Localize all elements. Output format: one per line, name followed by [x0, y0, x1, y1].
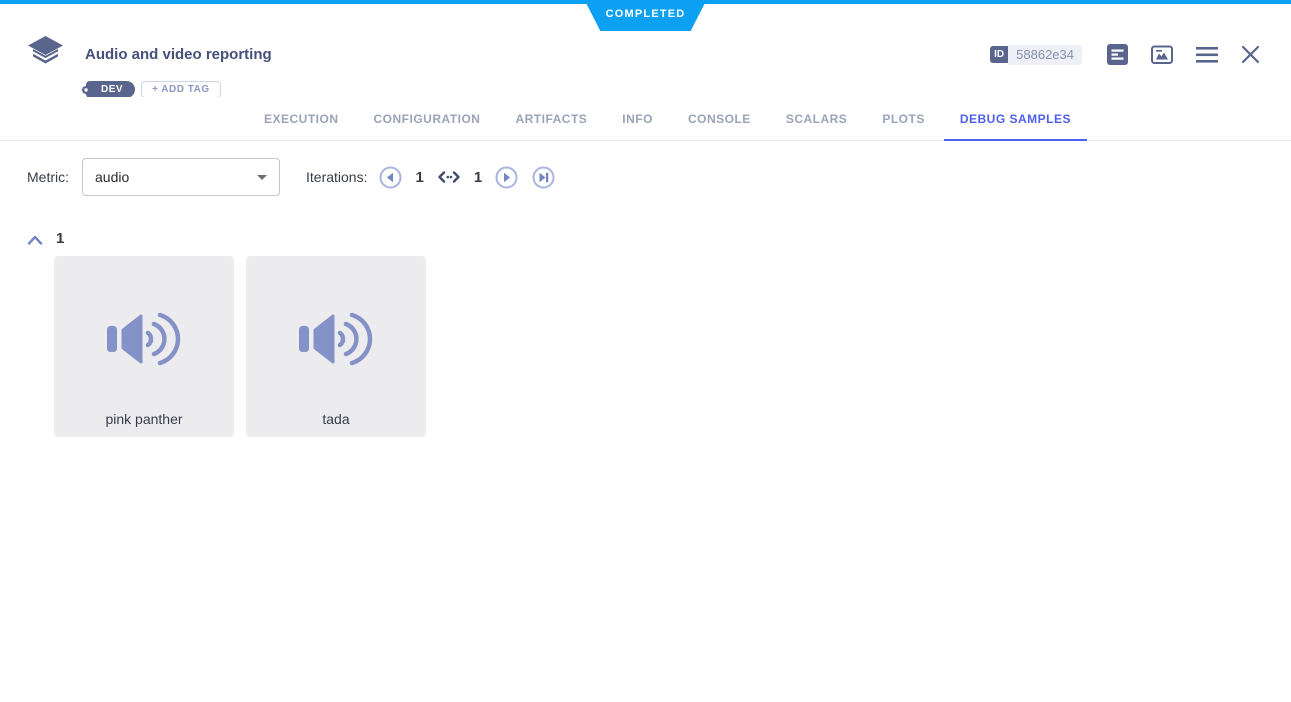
iteration-start-value: 1: [413, 169, 425, 186]
close-button[interactable]: [1241, 45, 1260, 64]
sample-title: tada: [322, 411, 349, 427]
circle-arrow-left-icon: [379, 166, 402, 189]
chevron-up-icon: [27, 235, 43, 245]
tab-console[interactable]: CONSOLE: [672, 97, 767, 141]
tag-dev[interactable]: DEV: [86, 81, 135, 98]
hamburger-icon: [1196, 46, 1218, 64]
group-label: 1: [56, 230, 64, 247]
experiment-id: ID 58862e34: [990, 45, 1082, 65]
speaker-icon: [106, 256, 182, 411]
tab-configuration[interactable]: CONFIGURATION: [358, 97, 497, 141]
speaker-icon: [298, 256, 374, 411]
group-collapse-button[interactable]: [27, 233, 43, 245]
page-title: Audio and video reporting: [85, 46, 272, 63]
experiment-icon: [27, 35, 64, 74]
list-lines-icon: [1107, 44, 1128, 65]
prev-iteration-button[interactable]: [379, 166, 402, 189]
status-label: COMPLETED: [606, 8, 686, 23]
sample-card[interactable]: pink panther: [54, 256, 234, 437]
tag-row: DEV + ADD TAG: [86, 81, 221, 98]
close-icon: [1241, 45, 1260, 64]
add-tag-label: + ADD TAG: [152, 84, 210, 95]
tab-info[interactable]: INFO: [606, 97, 669, 141]
iteration-navigator: 1 1: [379, 166, 555, 189]
status-ribbon: COMPLETED: [585, 0, 707, 31]
menu-button[interactable]: [1196, 46, 1218, 64]
last-iteration-button[interactable]: [532, 166, 555, 189]
tab-scalars[interactable]: SCALARS: [770, 97, 864, 141]
circle-arrow-right-icon: [495, 166, 518, 189]
chart-image-icon: [1151, 45, 1173, 65]
header-actions: ID 58862e34: [990, 44, 1260, 65]
sample-grid: pink panther tada: [54, 256, 426, 437]
tab-debug-samples[interactable]: DEBUG SAMPLES: [944, 97, 1087, 141]
tab-artifacts[interactable]: ARTIFACTS: [499, 97, 603, 141]
tag-label: DEV: [101, 84, 123, 95]
sample-title: pink panther: [105, 411, 182, 427]
metric-value: audio: [95, 169, 257, 185]
metric-label: Metric:: [27, 169, 69, 185]
details-panel-button[interactable]: [1107, 44, 1128, 65]
iteration-range-icon: [437, 169, 461, 185]
sample-card[interactable]: tada: [246, 256, 426, 437]
tag-tail-shape: [211, 82, 227, 98]
tab-plots[interactable]: PLOTS: [866, 97, 941, 141]
circle-arrow-last-icon: [532, 166, 555, 189]
add-tag-button[interactable]: + ADD TAG: [141, 81, 221, 98]
iteration-group-header: 1: [27, 230, 64, 247]
tab-execution[interactable]: EXECUTION: [248, 97, 355, 141]
next-iteration-button[interactable]: [495, 166, 518, 189]
id-badge: ID: [990, 46, 1008, 63]
tab-bar: EXECUTION CONFIGURATION ARTIFACTS INFO C…: [0, 97, 1291, 141]
iterations-label: Iterations:: [306, 169, 367, 185]
iteration-end-value: 1: [472, 169, 484, 186]
debug-samples-controls: Metric: audio Iterations: 1 1: [27, 158, 555, 196]
metric-select[interactable]: audio: [82, 158, 280, 196]
id-value: 58862e34: [1008, 45, 1082, 65]
chevron-down-icon: [257, 175, 267, 180]
metrics-view-button[interactable]: [1151, 45, 1173, 65]
